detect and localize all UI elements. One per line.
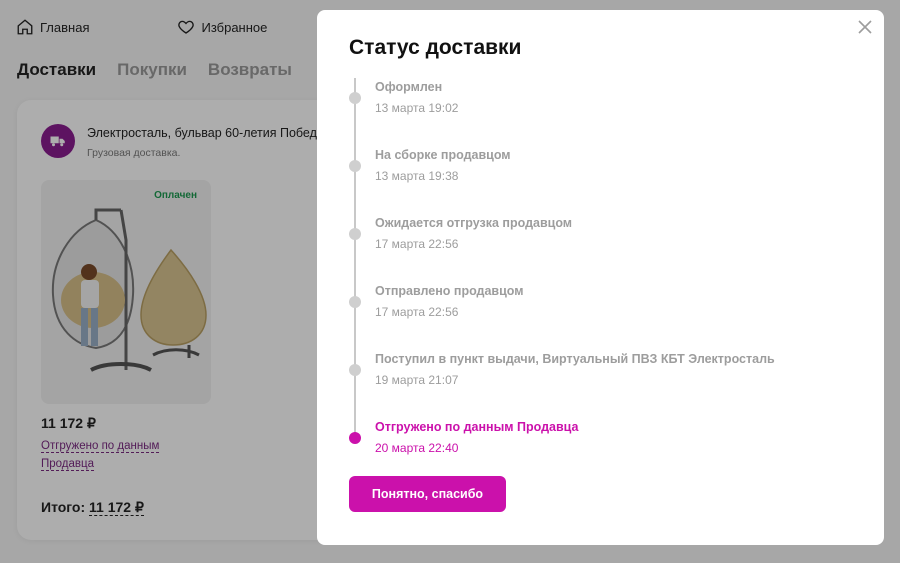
step-date: 19 марта 21:07 bbox=[375, 373, 459, 387]
step-title: Ожидается отгрузка продавцом bbox=[375, 216, 573, 230]
timeline-step: Ожидается отгрузка продавцом 17 марта 22… bbox=[349, 214, 829, 254]
step-date: 13 марта 19:02 bbox=[375, 101, 459, 115]
step-date: 17 марта 22:56 bbox=[375, 237, 459, 251]
timeline-dot bbox=[349, 296, 361, 308]
status-timeline: Оформлен 13 марта 19:02 На сборке продав… bbox=[349, 78, 849, 460]
step-title: Оформлен bbox=[375, 80, 443, 94]
timeline-step-current: Отгружено по данным Продавца 20 марта 22… bbox=[349, 418, 829, 458]
timeline-dot bbox=[349, 92, 361, 104]
step-title: Отправлено продавцом bbox=[375, 284, 524, 298]
step-date: 20 марта 22:40 bbox=[375, 441, 459, 455]
timeline-dot bbox=[349, 364, 361, 376]
delivery-status-modal: Статус доставки Оформлен 13 марта 19:02 … bbox=[317, 10, 884, 545]
step-title: Отгружено по данным Продавца bbox=[375, 420, 579, 434]
step-title: Поступил в пункт выдачи, Виртуальный ПВЗ… bbox=[375, 352, 775, 366]
timeline-dot-current bbox=[349, 432, 361, 444]
step-date: 13 марта 19:38 bbox=[375, 169, 459, 183]
timeline-step: Отправлено продавцом 17 марта 22:56 bbox=[349, 282, 829, 322]
timeline-dot bbox=[349, 228, 361, 240]
close-button[interactable] bbox=[856, 18, 874, 36]
confirm-button[interactable]: Понятно, спасибо bbox=[349, 476, 506, 512]
timeline-step: Оформлен 13 марта 19:02 bbox=[349, 78, 829, 118]
timeline-step: Поступил в пункт выдачи, Виртуальный ПВЗ… bbox=[349, 350, 829, 390]
timeline-dot bbox=[349, 160, 361, 172]
modal-title: Статус доставки bbox=[349, 36, 522, 59]
timeline-step: На сборке продавцом 13 марта 19:38 bbox=[349, 146, 829, 186]
step-title: На сборке продавцом bbox=[375, 148, 511, 162]
close-icon bbox=[858, 20, 872, 34]
step-date: 17 марта 22:56 bbox=[375, 305, 459, 319]
